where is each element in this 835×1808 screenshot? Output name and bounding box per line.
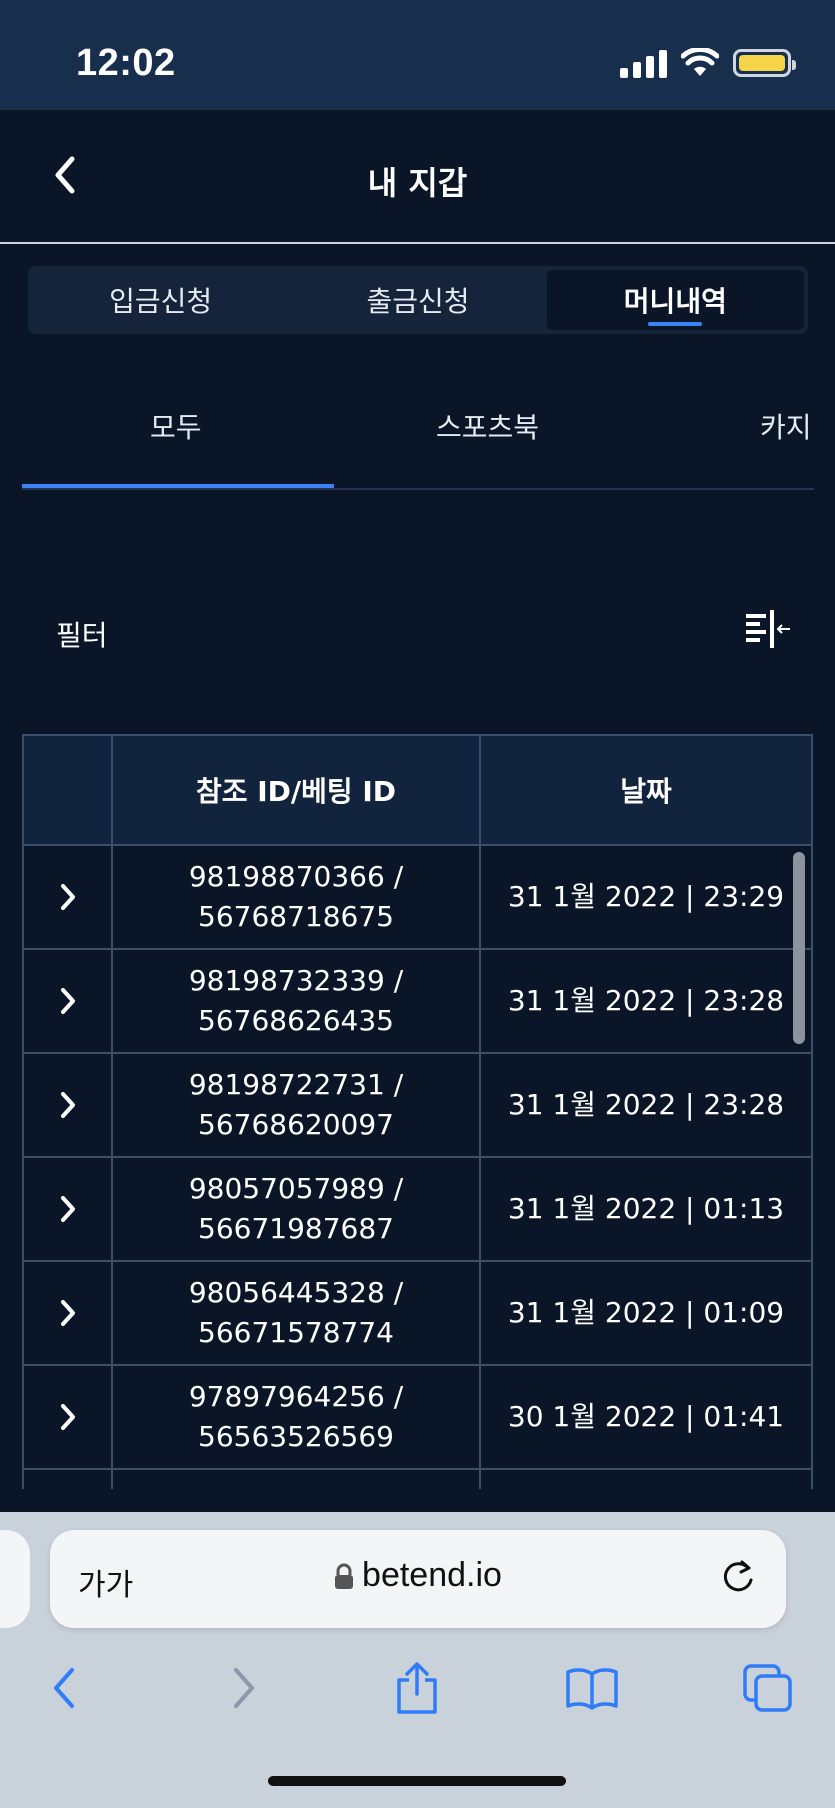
url-display[interactable]: betend.io [50,1556,786,1595]
table-body: 98198870366 / 56768718675 31 1월 2022 | 23… [24,846,811,1489]
wallet-tabs: 입금신청 출금신청 머니내역 [28,266,808,334]
partial-cell [113,1470,481,1489]
chevron-right-icon [60,1404,75,1430]
partial-cell [481,1470,811,1489]
table-row: 98057057989 / 56671987687 31 1월 2022 | 01… [24,1158,811,1262]
home-indicator [268,1776,566,1786]
table-row: 98198732339 / 56768626435 31 1월 2022 | 23… [24,950,811,1054]
row-expand-button[interactable] [24,1054,113,1156]
history-category-tabs: 모두 스포츠북 카지 [22,380,814,490]
chevron-right-icon [60,1300,75,1326]
filter-label: 필터 [56,619,108,652]
ref-id: 98057057989 / [188,1172,404,1205]
active-tab-indicator [22,484,334,488]
row-date: 30 1월 2022 | 01:41 [507,1400,785,1433]
row-date: 31 1월 2022 | 01:09 [507,1296,785,1329]
row-ids: 98056445328 / 56671578774 [113,1262,481,1364]
chevron-left-icon [54,1668,74,1708]
row-date: 31 1월 2022 | 23:28 [507,1088,785,1121]
row-ids: 97897964256 / 56563526569 [113,1366,481,1468]
ref-id: 98198870366 / [188,860,404,893]
previous-tab-peek[interactable] [0,1530,30,1628]
address-bar[interactable]: 가가 betend.io [50,1530,786,1628]
row-date: 31 1월 2022 | 23:28 [507,984,785,1017]
row-expand-button[interactable] [24,950,113,1052]
bet-id: 56768620097 [198,1108,394,1141]
browser-toolbar [0,1658,835,1738]
cellular-signal-icon [620,48,667,78]
battery-icon [733,49,796,77]
table-row: 98198722731 / 56768620097 31 1월 2022 | 23… [24,1054,811,1158]
book-icon [566,1668,618,1710]
transactions-table: 참조 ID/베팅 ID 날짜 98198870366 / 56768718675 … [22,734,813,1489]
row-ids: 98198732339 / 56768626435 [113,950,481,1052]
app-header: 내 지갑 [0,110,835,244]
chevron-right-icon [234,1668,254,1708]
share-button[interactable] [387,1658,447,1718]
url-text: betend.io [362,1556,502,1594]
table-row: 98056445328 / 56671578774 31 1월 2022 | 01… [24,1262,811,1366]
share-icon [397,1662,437,1714]
table-row: 98198870366 / 56768718675 31 1월 2022 | 23… [24,846,811,950]
browser-forward-button[interactable] [214,1658,274,1718]
ref-id: 98198732339 / [188,964,404,997]
status-icons [620,48,796,78]
lock-icon [335,1563,354,1590]
bet-id: 56563526569 [198,1420,394,1453]
row-expand-button[interactable] [24,846,113,948]
table-header: 참조 ID/베팅 ID 날짜 [24,734,811,846]
partial-cell [24,1470,113,1489]
status-time: 12:02 [76,42,176,84]
table-row-partial [24,1470,811,1489]
row-ids: 98198722731 / 56768620097 [113,1054,481,1156]
page-title: 내 지갑 [367,164,468,202]
status-bar: 12:02 [0,0,835,110]
chevron-right-icon [60,1092,75,1118]
row-ids: 98198870366 / 56768718675 [113,846,481,948]
row-expand-button[interactable] [24,1158,113,1260]
row-expand-button[interactable] [24,1262,113,1364]
chevron-right-icon [60,988,75,1014]
wifi-icon [681,48,719,76]
row-ids: 98057057989 / 56671987687 [113,1158,481,1260]
tab-money-history[interactable]: 머니내역 [546,270,804,330]
table-scrollbar[interactable] [793,852,805,1044]
filter-row: 필터 [22,590,792,670]
tab-casino[interactable]: 카지 [760,406,812,446]
ref-id: 98198722731 / [188,1068,404,1101]
bet-id: 56768718675 [198,900,394,933]
chevron-right-icon [60,1196,75,1222]
browser-bottom-bar: 가가 betend.io [0,1512,835,1808]
filter-icon[interactable] [744,608,792,652]
table-row: 97897964256 / 56563526569 30 1월 2022 | 01… [24,1366,811,1470]
row-date: 31 1월 2022 | 23:29 [507,880,785,913]
column-header-expand [24,736,113,844]
tab-deposit[interactable]: 입금신청 [32,270,289,330]
bookmarks-button[interactable] [562,1658,622,1718]
bet-id: 56671578774 [198,1316,394,1349]
ref-id: 97897964256 / [188,1380,404,1413]
ref-id: 98056445328 / [188,1276,404,1309]
chevron-right-icon [60,884,75,910]
row-expand-button[interactable] [24,1366,113,1468]
tabs-icon [743,1664,792,1712]
bet-id: 56671987687 [198,1212,394,1245]
bet-id: 56768626435 [198,1004,394,1037]
tab-all[interactable]: 모두 [150,406,202,446]
reload-icon[interactable] [718,1558,758,1598]
row-date: 31 1월 2022 | 01:13 [507,1192,785,1225]
tab-withdraw[interactable]: 출금신청 [289,270,546,330]
tabs-button[interactable] [738,1658,798,1718]
browser-back-button[interactable] [34,1658,94,1718]
tab-sportsbook[interactable]: 스포츠북 [436,406,539,446]
column-header-date: 날짜 [620,775,672,808]
column-header-ids: 참조 ID/베팅 ID [113,736,481,844]
